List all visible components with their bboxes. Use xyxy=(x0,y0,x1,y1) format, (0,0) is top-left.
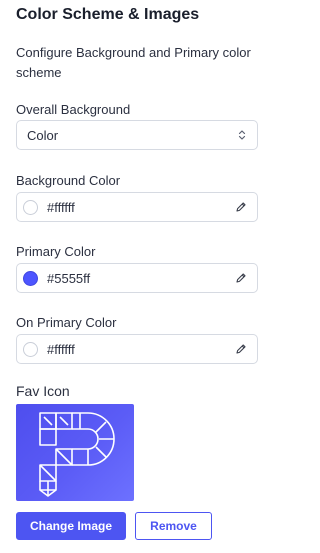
overall-background-label: Overall Background xyxy=(16,102,131,117)
change-image-button[interactable]: Change Image xyxy=(16,512,126,540)
pencil-icon[interactable] xyxy=(234,200,248,214)
overall-background-value: Color xyxy=(27,127,59,143)
background-color-swatch[interactable] xyxy=(23,199,38,215)
fav-icon-preview xyxy=(16,404,134,501)
primary-color-swatch[interactable] xyxy=(23,270,38,286)
primary-color-field[interactable]: #5555ff xyxy=(16,263,258,293)
on-primary-color-field[interactable]: #ffffff xyxy=(16,334,258,364)
background-color-value: #ffffff xyxy=(47,199,75,215)
primary-color-label: Primary Color xyxy=(16,244,96,259)
pencil-icon[interactable] xyxy=(234,342,248,356)
fav-icon-label: Fav Icon xyxy=(16,383,70,399)
pencil-icon[interactable] xyxy=(234,271,248,285)
color-scheme-panel: Color Scheme & Images Configure Backgrou… xyxy=(0,0,274,553)
on-primary-color-label: On Primary Color xyxy=(16,315,117,330)
on-primary-color-swatch[interactable] xyxy=(23,341,38,357)
background-color-label: Background Color xyxy=(16,173,121,188)
section-title: Color Scheme & Images xyxy=(16,6,200,23)
section-description: Configure Background and Primary color s… xyxy=(16,45,251,80)
primary-color-value: #5555ff xyxy=(47,270,91,286)
brand-logo-icon xyxy=(39,412,115,497)
overall-background-select[interactable]: Color xyxy=(16,120,258,150)
background-color-field[interactable]: #ffffff xyxy=(16,192,258,222)
on-primary-color-value: #ffffff xyxy=(47,341,75,357)
remove-image-button[interactable]: Remove xyxy=(135,512,212,540)
chevron-up-down-icon xyxy=(237,128,247,142)
